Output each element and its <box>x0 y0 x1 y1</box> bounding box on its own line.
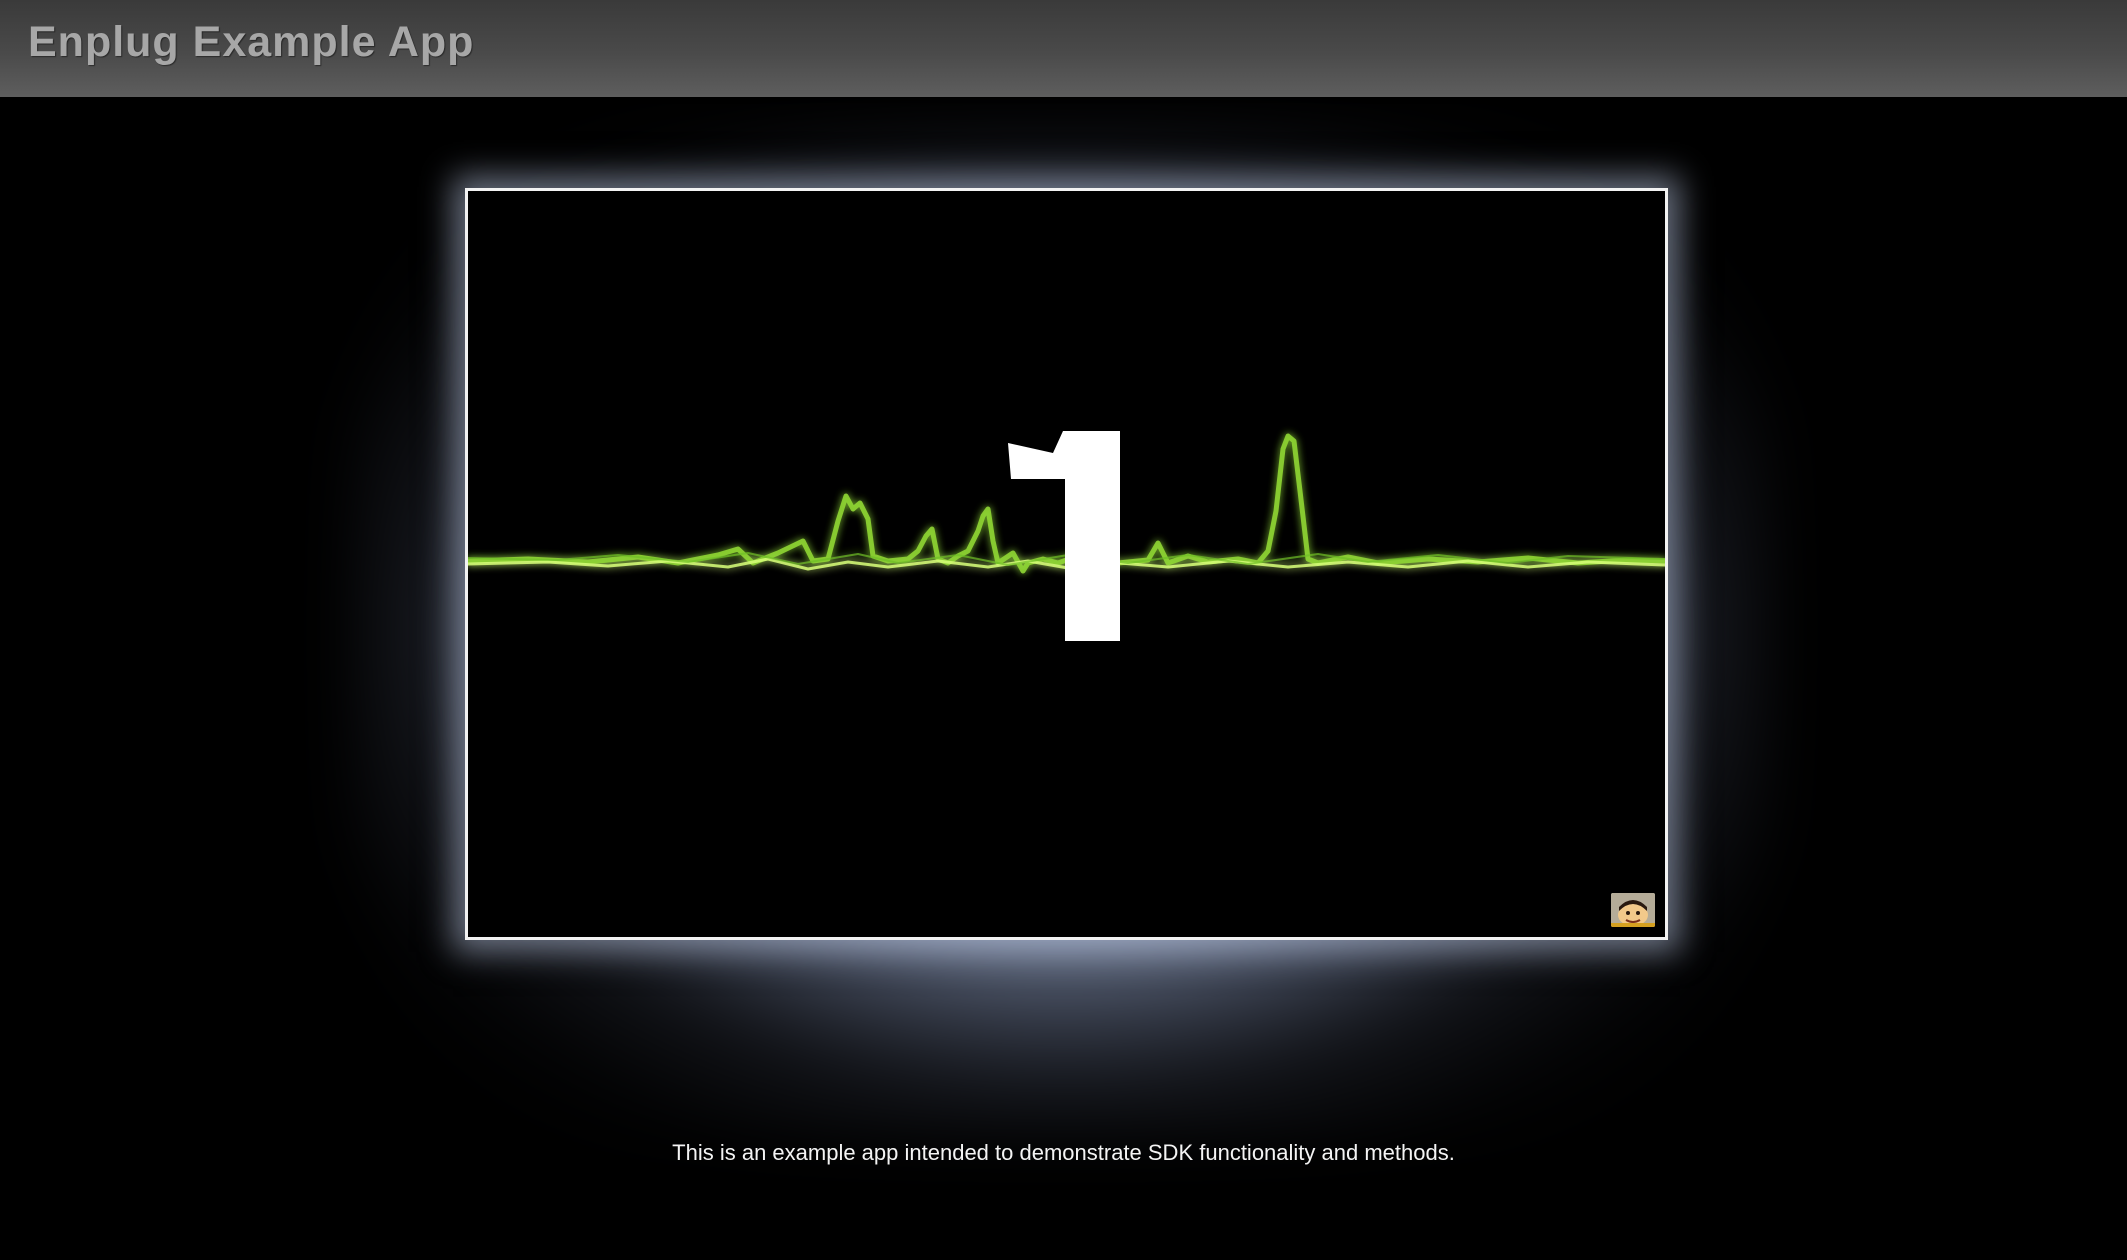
app-title: Enplug Example App <box>28 18 475 66</box>
countdown-number: 1 <box>1008 431 1138 671</box>
app-description: This is an example app intended to demon… <box>672 1140 1455 1165</box>
app-header: Enplug Example App <box>0 0 2127 97</box>
video-player[interactable]: 1 <box>465 188 1668 940</box>
countdown-digit-glyph <box>1008 431 1120 641</box>
app-window: Enplug Example App 1 <box>0 0 2127 1260</box>
cartoon-face-icon <box>1611 893 1655 927</box>
